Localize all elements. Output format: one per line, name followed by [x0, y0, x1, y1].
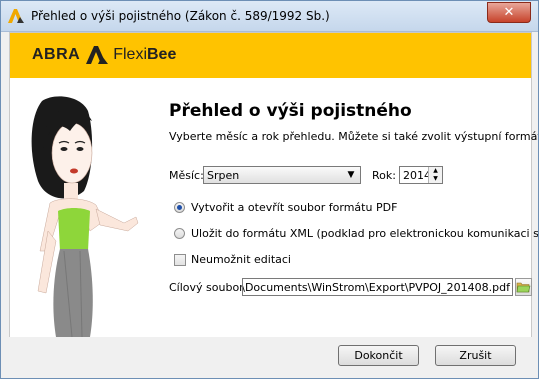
dialog-window: Přehled o výši pojistného (Zákon č. 589/…: [0, 0, 539, 379]
disable-edit-checkbox[interactable]: [174, 254, 186, 266]
month-select[interactable]: Srpen ▼: [203, 166, 361, 184]
target-file-label: Cílový soubor:: [169, 281, 248, 294]
close-button[interactable]: ✕: [487, 2, 531, 23]
page-title: Přehled o výši pojistného: [169, 101, 412, 121]
radio-create-pdf[interactable]: [174, 202, 185, 213]
year-spinner-buttons: ▲ ▼: [428, 167, 442, 183]
wizard-content: ABRA FlexiBee Přehled o výši pojistného …: [9, 32, 538, 338]
button-bar: Dokončit Zrušit: [1, 337, 538, 378]
radio-create-pdf-label[interactable]: Vytvořit a otevřít soubor formátu PDF: [191, 201, 397, 214]
radio-save-xml[interactable]: [174, 228, 185, 239]
month-select-value: Srpen: [207, 169, 240, 182]
window-title: Přehled o výši pojistného (Zákon č. 589/…: [31, 9, 330, 23]
target-file-input[interactable]: plova\Documents\WinStrom\Export\PVPOJ_20…: [242, 278, 513, 296]
target-file-value: plova\Documents\WinStrom\Export\PVPOJ_20…: [243, 281, 510, 294]
spin-down-icon[interactable]: ▼: [429, 175, 442, 183]
title-bar: Přehled o výši pojistného (Zákon č. 589/…: [1, 1, 538, 32]
month-label: Měsíc:: [169, 169, 204, 182]
page-subtitle: Vyberte měsíc a rok přehledu. Můžete si …: [169, 130, 539, 143]
folder-open-icon: [516, 282, 531, 293]
logo-bee-text: Bee: [147, 46, 177, 63]
abra-mark-icon: [85, 46, 108, 64]
spin-up-icon[interactable]: ▲: [429, 167, 442, 175]
browse-folder-button[interactable]: [515, 278, 532, 296]
cancel-button[interactable]: Zrušit: [435, 345, 516, 366]
assistant-illustration: [31, 96, 139, 337]
year-value[interactable]: 2014: [403, 169, 431, 182]
finish-button[interactable]: Dokončit: [338, 345, 419, 366]
logo-abra-text: ABRA: [32, 46, 81, 63]
flexibee-logo: ABRA FlexiBee: [32, 46, 176, 66]
chevron-down-icon[interactable]: ▼: [344, 168, 358, 182]
radio-save-xml-label[interactable]: Uložit do formátu XML (podklad pro elekt…: [191, 227, 538, 240]
header-banner: ABRA FlexiBee: [10, 33, 531, 78]
year-label: Rok:: [372, 169, 396, 182]
abra-logo-icon: [8, 9, 24, 23]
year-spinner[interactable]: 2014 ▲ ▼: [399, 166, 443, 184]
logo-flexi-text: Flexi: [113, 46, 147, 63]
disable-edit-label[interactable]: Neumožnit editaci: [191, 253, 291, 266]
close-icon: ✕: [503, 5, 515, 20]
